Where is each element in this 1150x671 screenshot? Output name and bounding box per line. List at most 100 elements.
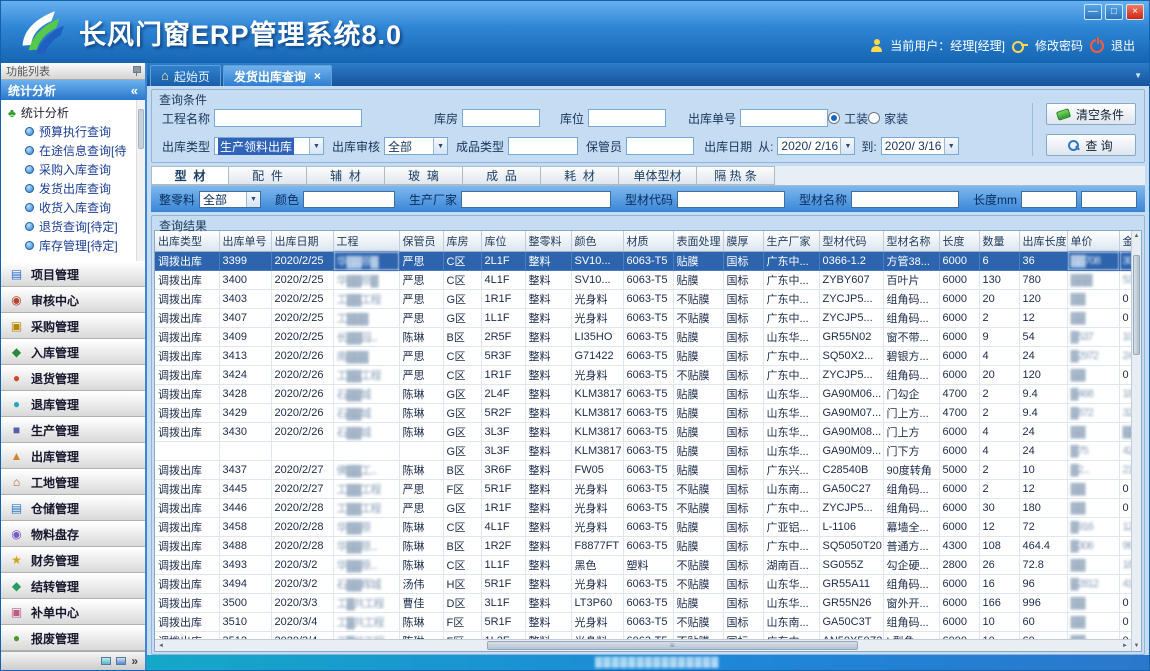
out-type-select[interactable]: 生产领料出库▼ xyxy=(214,137,324,155)
column-header[interactable]: 材质 xyxy=(623,231,673,251)
material-tab[interactable]: 隔 热 条 xyxy=(697,166,775,185)
table-row[interactable]: 调拨出库34092020/2/25长▓▓园...陈琳B区2R5F整料LI35HO… xyxy=(155,327,1131,346)
sidebar-item-purchase-management[interactable]: ▣采购管理 xyxy=(1,313,145,339)
sidebar-item-audit-center[interactable]: ◉审核中心 xyxy=(1,287,145,313)
tree-root[interactable]: ♣ 统计分析 xyxy=(1,103,135,122)
chevron-down-icon[interactable]: ▼ xyxy=(309,138,323,154)
clear-conditions-button[interactable]: 清空条件 xyxy=(1046,103,1136,125)
change-password-link[interactable]: 修改密码 xyxy=(1035,37,1083,54)
tree-scrollbar-thumb[interactable] xyxy=(138,109,144,149)
column-header[interactable]: 出库日期 xyxy=(271,231,333,251)
table-row[interactable]: 调拨出库34302020/2/26石▓▓城陈琳G区3L3F整料KLM381760… xyxy=(155,422,1131,441)
column-header[interactable]: 数量 xyxy=(979,231,1019,251)
column-header[interactable]: 出库类型 xyxy=(155,231,219,251)
table-row[interactable]: G区3L3F整料KLM38176063-T5贴膜国标山东华...GA90M09.… xyxy=(155,441,1131,460)
sidebar-item-carryover-management[interactable]: ◆结转管理 xyxy=(1,573,145,599)
material-tab[interactable]: 型 材 xyxy=(151,166,229,185)
sidebar-item-return-goods-management[interactable]: ●退货管理 xyxy=(1,365,145,391)
table-row[interactable]: 调拨出库34932020/3/2华▓▓原...陈琳C区1L1F整料黑色塑料不贴膜… xyxy=(155,555,1131,574)
sidebar-item-supplement-center[interactable]: ▣补单中心 xyxy=(1,599,145,625)
material-tab[interactable]: 配 件 xyxy=(229,166,307,185)
material-tab[interactable]: 单体型材 xyxy=(619,166,697,185)
color-input[interactable] xyxy=(303,191,395,208)
material-tab[interactable]: 辅 材 xyxy=(307,166,385,185)
table-row[interactable]: 调拨出库34032020/2/25工▓▓工程严思G区1R1F整料光身料6063-… xyxy=(155,289,1131,308)
vertical-scrollbar-thumb[interactable] xyxy=(1133,255,1140,355)
sidebar-item-scrap-management[interactable]: ●报废管理 xyxy=(1,625,145,651)
horizontal-scrollbar-thumb[interactable]: ≡ xyxy=(487,641,858,650)
table-row[interactable]: 调拨出库34942020/3/2石▓▓辉城汤伟H区5R1F整料光身料6063-T… xyxy=(155,574,1131,593)
table-row[interactable]: 调拨出库34462020/2/28工▓▓工程严思G区1R1F整料光身料6063-… xyxy=(155,498,1131,517)
table-row[interactable]: 调拨出库35102020/3/4工▓共工程陈琳F区5R1F整料光身料6063-T… xyxy=(155,612,1131,631)
tree-item[interactable]: 采购入库查询 xyxy=(1,160,135,179)
location-input[interactable] xyxy=(588,109,666,127)
project-name-input[interactable] xyxy=(214,109,362,127)
scroll-down-icon[interactable]: ▼ xyxy=(1132,641,1141,651)
material-tab[interactable]: 成 品 xyxy=(463,166,541,185)
column-header[interactable]: 颜色 xyxy=(571,231,623,251)
date-to-picker[interactable]: 2020/ 3/16▼ xyxy=(881,137,959,155)
tree-item[interactable]: 预算执行查询 xyxy=(1,122,135,141)
table-row[interactable]: 调拨出库35002020/3/3工▓共工程曹佳D区3L1F整料LT3P60606… xyxy=(155,593,1131,612)
table-row[interactable]: 调拨出库34002020/2/25华▓▓原▓严思C区4L1F整料SV10...6… xyxy=(155,270,1131,289)
column-header[interactable]: 生产厂家 xyxy=(763,231,819,251)
panel-view-icon[interactable] xyxy=(101,657,111,665)
tree-item[interactable]: 库存管理[待定] xyxy=(1,236,135,255)
close-button[interactable]: × xyxy=(1126,4,1144,20)
column-header[interactable]: 单价 xyxy=(1067,231,1119,251)
sidebar-item-finance-management[interactable]: ★财务管理 xyxy=(1,547,145,573)
sidebar-item-outbound-management[interactable]: ▲出库管理 xyxy=(1,443,145,469)
tree-scrollbar[interactable] xyxy=(136,100,145,261)
vertical-scrollbar[interactable]: ▲ ▼ xyxy=(1131,231,1141,651)
date-from-picker[interactable]: 2020/ 2/16▼ xyxy=(777,137,855,155)
material-tab[interactable]: 玻 璃 xyxy=(385,166,463,185)
column-header[interactable]: 膜厚 xyxy=(723,231,763,251)
material-tab[interactable]: 耗 材 xyxy=(541,166,619,185)
tree-item[interactable]: 在途信息查询[待 xyxy=(1,141,135,160)
tab-start-page[interactable]: ⌂ 起始页 xyxy=(150,65,221,86)
sidebar-item-inbound-management[interactable]: ◆入库管理 xyxy=(1,339,145,365)
table-row[interactable]: 调拨出库34582020/2/28华▓▓原陈琳C区4L1F整料光身料6063-T… xyxy=(155,517,1131,536)
column-header[interactable]: 库房 xyxy=(443,231,481,251)
search-button[interactable]: 查 询 xyxy=(1046,134,1136,156)
maximize-button[interactable]: □ xyxy=(1105,4,1123,20)
table-row[interactable]: 调拨出库34132020/2/26南▓▓▓严思C区5R3F整料G71422606… xyxy=(155,346,1131,365)
product-type-input[interactable] xyxy=(508,137,578,155)
sidebar-item-return-stock-management[interactable]: ●退库管理 xyxy=(1,391,145,417)
pin-icon[interactable] xyxy=(132,66,140,76)
tree-item[interactable]: 发货出库查询 xyxy=(1,179,135,198)
column-header[interactable]: 整零料 xyxy=(525,231,571,251)
tree-item[interactable]: 收货入库查询 xyxy=(1,198,135,217)
length-max-input[interactable] xyxy=(1081,191,1137,208)
column-header[interactable]: 型材名称 xyxy=(883,231,939,251)
chevron-down-icon[interactable]: ▼ xyxy=(840,138,854,154)
sidebar-item-production-management[interactable]: ■生产管理 xyxy=(1,417,145,443)
order-no-input[interactable] xyxy=(740,109,828,127)
table-row[interactable]: 调拨出库35122020/3/4工▓共工程陈琳F区1L2F整料光身料6063-T… xyxy=(155,631,1131,639)
column-header[interactable]: 保管员 xyxy=(399,231,443,251)
column-header[interactable]: 工程 xyxy=(333,231,399,251)
tree-item[interactable]: 退货查询[待定] xyxy=(1,217,135,236)
warehouse-input[interactable] xyxy=(462,109,540,127)
table-row[interactable]: 调拨出库34452020/2/27工▓▓工程严思F区5R1F整料光身料6063-… xyxy=(155,479,1131,498)
table-row[interactable]: 调拨出库34242020/2/26工▓▓工程严思C区1R1F整料光身料6063-… xyxy=(155,365,1131,384)
column-header[interactable]: 出库单号 xyxy=(219,231,271,251)
scroll-up-icon[interactable]: ▲ xyxy=(1132,231,1141,241)
table-row[interactable]: 调拨出库33992020/2/25华▓▓原▓严思C区2L1F整料SV10...6… xyxy=(155,251,1131,270)
sidebar-item-project-management[interactable]: ▤项目管理 xyxy=(1,261,145,287)
minimize-button[interactable]: — xyxy=(1084,4,1102,20)
chevron-down-icon[interactable]: ▼ xyxy=(246,192,260,207)
column-header[interactable]: 金 xyxy=(1119,231,1131,251)
monitor-icon[interactable] xyxy=(116,657,126,665)
table-row[interactable]: 调拨出库34282020/2/26石▓▓城陈琳G区2L4F整料KLM381760… xyxy=(155,384,1131,403)
chevron-down-icon[interactable]: ▼ xyxy=(433,138,447,154)
column-header[interactable]: 出库长度 xyxy=(1019,231,1067,251)
table-row[interactable]: 调拨出库34372020/2/27佛▓▓工...陈琳B区3R6F整料FW0560… xyxy=(155,460,1131,479)
radio-gongzhuang[interactable] xyxy=(828,112,840,124)
sidebar-item-warehouse-management[interactable]: ▤仓储管理 xyxy=(1,495,145,521)
chevron-down-icon[interactable]: ▼ xyxy=(944,138,958,154)
scroll-right-icon[interactable]: ► xyxy=(1119,640,1131,651)
column-header[interactable]: 库位 xyxy=(481,231,525,251)
scroll-left-icon[interactable]: ◄ xyxy=(155,640,167,651)
tab-close-icon[interactable]: × xyxy=(314,69,321,83)
